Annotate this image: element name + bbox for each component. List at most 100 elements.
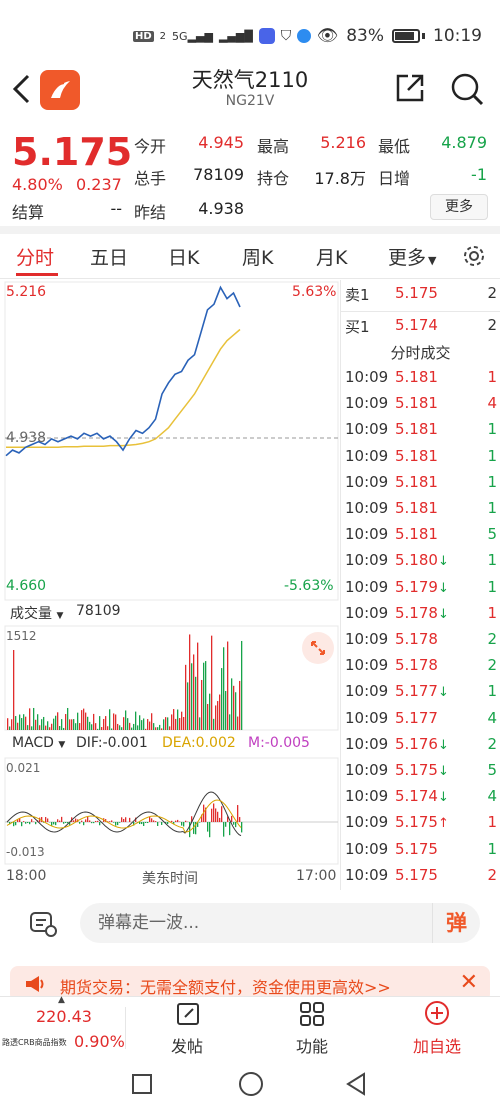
macd-bar — [117, 822, 119, 826]
macd-indicator-select[interactable]: MACD ▼ — [12, 735, 65, 751]
search-icon[interactable] — [450, 72, 484, 106]
intraday-chart[interactable]: 5.216 5.63% 4.938 4.660 -5.63% 成交量 ▼ 781… — [0, 280, 340, 890]
volume-bar — [163, 719, 165, 730]
bid-qty: 2 — [487, 316, 497, 334]
trade-row: 10:09 5.174↓ 4 — [341, 787, 500, 813]
trade-price: 5.175 — [395, 865, 438, 884]
trade-qty: 1 — [487, 446, 497, 465]
tab-five-day[interactable]: 五日 — [90, 243, 128, 270]
macd-bar — [27, 822, 29, 824]
signal-icon: 5G▂▄▆ — [172, 29, 213, 43]
volume-bar — [119, 725, 121, 730]
nav-add-watchlist[interactable]: 加自选 — [387, 997, 487, 1059]
chevron-down-icon: ▼ — [58, 740, 66, 750]
macd-bar — [53, 822, 55, 825]
close-icon[interactable]: ✕ — [460, 970, 478, 995]
prev-settle-value: 4.938 — [198, 199, 244, 218]
trade-time: 10:09 — [345, 630, 389, 648]
volume-bar — [63, 727, 65, 730]
volume-bar — [99, 716, 101, 730]
volume-bar — [65, 714, 67, 730]
volume-bar — [57, 712, 59, 730]
macd-bar — [85, 819, 87, 822]
tab-monthly-k[interactable]: 月K — [316, 243, 347, 270]
volume-bar — [217, 701, 219, 730]
trade-qty: 2 — [487, 656, 497, 675]
macd-bar — [119, 822, 121, 823]
tab-intraday[interactable]: 分时 — [16, 243, 54, 270]
share-icon[interactable] — [394, 72, 426, 104]
gear-icon[interactable] — [462, 244, 486, 268]
macd-bar — [45, 817, 47, 822]
volume-bar — [35, 719, 37, 730]
volume-bar — [191, 663, 193, 730]
macd-bar — [97, 820, 99, 822]
arrow-down-icon: ↓ — [437, 685, 449, 701]
trade-qty: 5 — [487, 761, 497, 779]
more-button[interactable]: 更多 — [430, 194, 488, 220]
tab-daily-k[interactable]: 日K — [168, 243, 199, 270]
macd-bar — [141, 822, 143, 825]
price-high-pct-label: 5.63% — [292, 284, 337, 300]
last-price: 5.175 — [12, 130, 133, 174]
sim-icon: 2 — [159, 30, 167, 42]
comment-settings-icon[interactable] — [28, 909, 58, 939]
volume-bar — [53, 718, 55, 730]
nav-functions[interactable]: 功能 — [262, 997, 362, 1059]
volume-bar — [9, 726, 11, 730]
volume-bar — [93, 713, 95, 730]
volume-bar — [69, 719, 71, 730]
volume-bar — [171, 714, 173, 730]
bottom-nav: ▲ 220.43 路透CRB商品指数 0.90% 发帖 功能 加自选 — [0, 995, 500, 1059]
tab-weekly-k[interactable]: 周K — [242, 243, 273, 270]
trade-price: 5.181 — [395, 525, 438, 544]
trade-qty: 1 — [487, 420, 497, 439]
volume-bar — [85, 712, 87, 730]
volume-bar — [153, 723, 155, 730]
comment-input[interactable]: 弹幕走一波... — [80, 903, 480, 943]
volume-bar — [181, 711, 183, 730]
volume-bar — [27, 725, 29, 730]
expand-icon[interactable] — [302, 632, 334, 664]
volume-bar — [169, 726, 171, 730]
battery-tip-icon — [422, 33, 425, 39]
volume-bar — [123, 717, 125, 730]
promo-text: 期货交易：无需全额支付，资金使用更高效>> — [60, 978, 391, 997]
trade-time: 10:09 — [345, 420, 389, 439]
daily-increase-value: -1 — [471, 165, 487, 184]
hd-icon: HD — [133, 30, 154, 42]
open-interest-label: 持仓 — [257, 169, 290, 188]
volume-indicator-select[interactable]: 成交量 ▼ — [10, 603, 63, 623]
trade-qty: 4 — [487, 708, 497, 727]
trade-time: 10:09 — [345, 787, 389, 806]
back-nav-icon[interactable] — [344, 1072, 368, 1100]
open-interest-value: 17.8万 — [314, 169, 366, 188]
index-ticker[interactable]: ▲ 220.43 路透CRB商品指数 0.90% — [0, 995, 125, 1059]
volume-bar — [121, 727, 123, 730]
macd-bottom-label: -0.013 — [6, 845, 45, 859]
tab-more[interactable]: 更多 ▼ — [388, 243, 436, 270]
macd-bar — [91, 822, 93, 824]
trade-price: 5.178↓ — [395, 603, 449, 622]
signal2-icon: ▂▄▆█ — [218, 29, 253, 43]
trade-qty: 1 — [487, 368, 497, 386]
macd-bar — [63, 822, 65, 824]
macd-bar — [185, 820, 187, 822]
volume-bar — [201, 679, 203, 730]
macd-bar — [79, 822, 81, 824]
macd-bar — [93, 822, 95, 824]
status-left-icons: HD 2 5G▂▄▆ ▂▄▆█ ⛉ — [133, 28, 312, 44]
macd-bar — [87, 816, 89, 822]
home-icon[interactable] — [239, 1072, 263, 1096]
arrow-down-icon: ↓ — [437, 764, 449, 779]
recent-apps-icon[interactable] — [132, 1074, 152, 1094]
macd-bar — [231, 815, 233, 822]
trade-price: 5.181 — [395, 472, 438, 491]
bid-label: 买1 — [345, 318, 370, 336]
volume-bar — [241, 640, 243, 730]
price-high-label: 5.216 — [6, 284, 47, 300]
nav-post[interactable]: 发帖 — [137, 997, 237, 1059]
volume-bar — [117, 723, 119, 730]
comment-send-button[interactable]: 弹 — [432, 903, 480, 943]
trade-price: 5.178 — [395, 630, 438, 648]
